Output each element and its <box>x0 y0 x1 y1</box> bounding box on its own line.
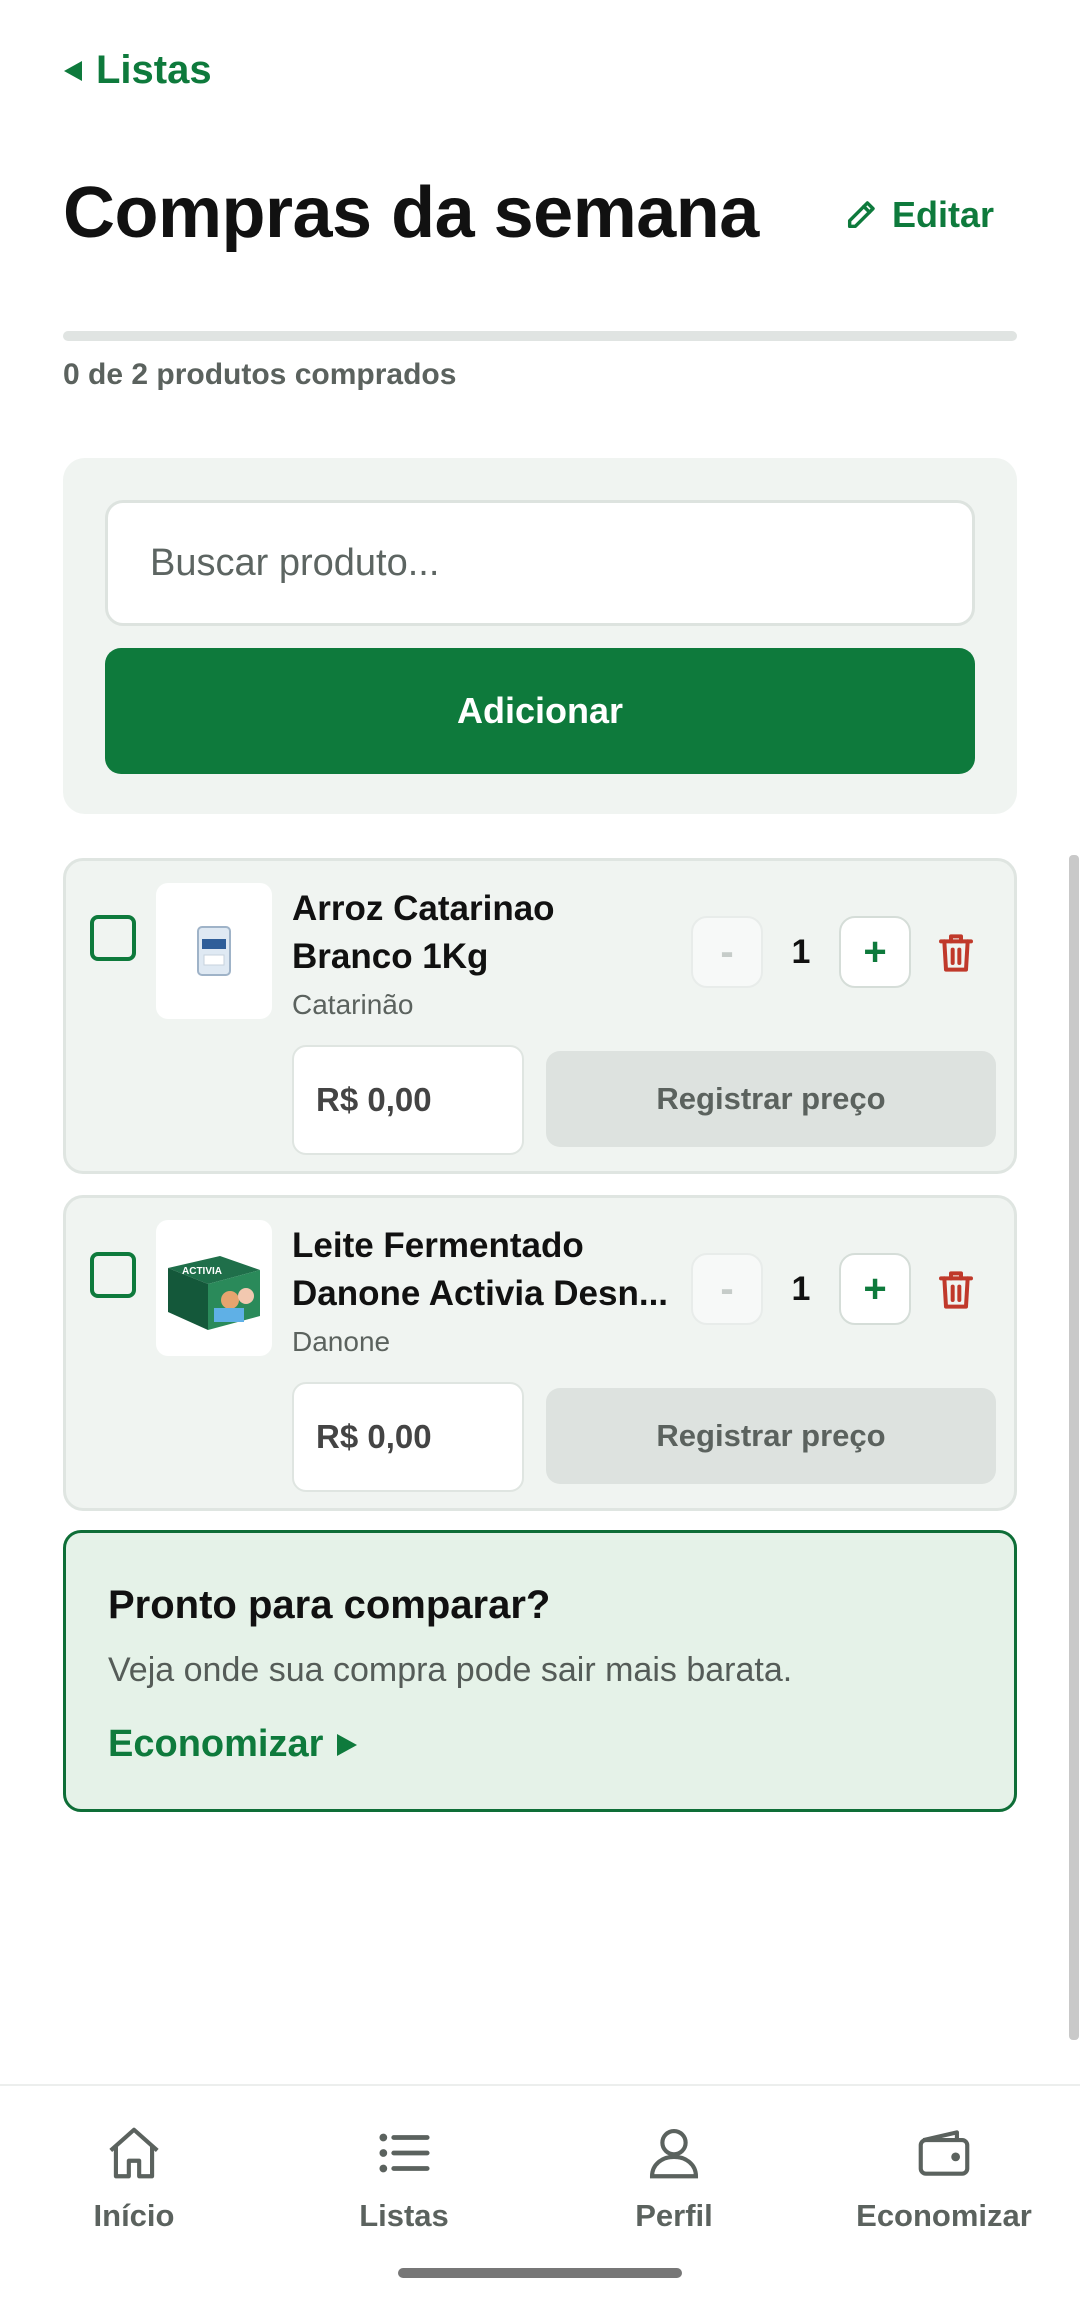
progress-bar <box>63 331 1017 341</box>
nav-label: Listas <box>359 2198 449 2233</box>
decrease-quantity-button[interactable]: - <box>691 1253 763 1325</box>
product-image <box>156 883 272 1019</box>
system-home-indicator[interactable] <box>398 2268 682 2278</box>
nav-item-perfil[interactable]: Perfil <box>554 2122 794 2252</box>
rice-package-image <box>197 926 231 976</box>
back-link[interactable]: Listas <box>64 48 212 93</box>
product-brand: Danone <box>292 1326 391 1357</box>
product-card: Arroz Catarinao Branco 1Kg Catarinão - 1… <box>63 858 1017 1174</box>
scrollbar[interactable] <box>1069 855 1079 2040</box>
decrease-quantity-button[interactable]: - <box>691 916 763 988</box>
list-icon <box>379 2133 430 2173</box>
nav-item-economizar[interactable]: Economizar <box>824 2122 1064 2252</box>
product-checkbox[interactable] <box>90 1252 136 1298</box>
wallet-icon <box>918 2130 970 2176</box>
product-image: ACTIVIA <box>156 1220 272 1356</box>
nav-label: Economizar <box>856 2198 1032 2233</box>
page-title: Compras da semana <box>63 173 759 253</box>
price-input[interactable]: R$ 0,00 <box>292 1045 524 1155</box>
add-button[interactable]: Adicionar <box>105 648 975 774</box>
product-name: Leite Fermentado Danone Activia Desn... <box>292 1226 669 1313</box>
increase-quantity-button[interactable]: + <box>839 1253 911 1325</box>
list-detail-screen: Listas Compras da semana Editar 0 de 2 p… <box>0 0 1080 2304</box>
product-name: Arroz Catarinao Branco 1Kg <box>292 889 555 976</box>
back-arrow-icon <box>64 60 82 81</box>
yogurt-pack-image: ACTIVIA <box>168 1256 260 1330</box>
product-card: ACTIVIA Leite Fermentado Danone Activia … <box>63 1195 1017 1511</box>
product-brand: Catarinão <box>292 989 414 1020</box>
edit-label: Editar <box>891 194 994 235</box>
economize-label: Economizar <box>108 1723 324 1765</box>
compare-description: Veja onde sua compra pode sair mais bara… <box>108 1651 793 1689</box>
quantity-value: 1 <box>791 932 811 971</box>
compare-banner: Pronto para comparar? Veja onde sua comp… <box>63 1530 1017 1812</box>
nav-label: Início <box>93 2198 175 2233</box>
compare-title: Pronto para comparar? <box>108 1583 551 1627</box>
economize-link[interactable]: Economizar <box>108 1723 358 1766</box>
pencil-icon <box>847 201 875 229</box>
nav-item-listas[interactable]: Listas <box>284 2122 524 2252</box>
nav-item-inicio[interactable]: Início <box>14 2122 254 2252</box>
product-checkbox[interactable] <box>90 915 136 961</box>
home-icon <box>109 2127 159 2179</box>
progress-text: 0 de 2 produtos comprados <box>63 358 457 391</box>
trash-icon[interactable] <box>936 931 976 975</box>
edit-button[interactable]: Editar <box>844 194 994 236</box>
back-label: Listas <box>96 48 212 92</box>
nav-label: Perfil <box>635 2198 713 2233</box>
add-product-panel: Buscar produto... Adicionar <box>63 458 1017 814</box>
arrow-right-icon <box>337 1733 358 1756</box>
svg-text:ACTIVIA: ACTIVIA <box>182 1266 222 1277</box>
trash-icon[interactable] <box>936 1268 976 1312</box>
register-price-button[interactable]: Registrar preço <box>546 1051 996 1147</box>
search-input[interactable]: Buscar produto... <box>105 500 975 626</box>
price-input[interactable]: R$ 0,00 <box>292 1382 524 1492</box>
quantity-value: 1 <box>791 1269 811 1308</box>
increase-quantity-button[interactable]: + <box>839 916 911 988</box>
register-price-button[interactable]: Registrar preço <box>546 1388 996 1484</box>
user-icon <box>649 2128 699 2179</box>
